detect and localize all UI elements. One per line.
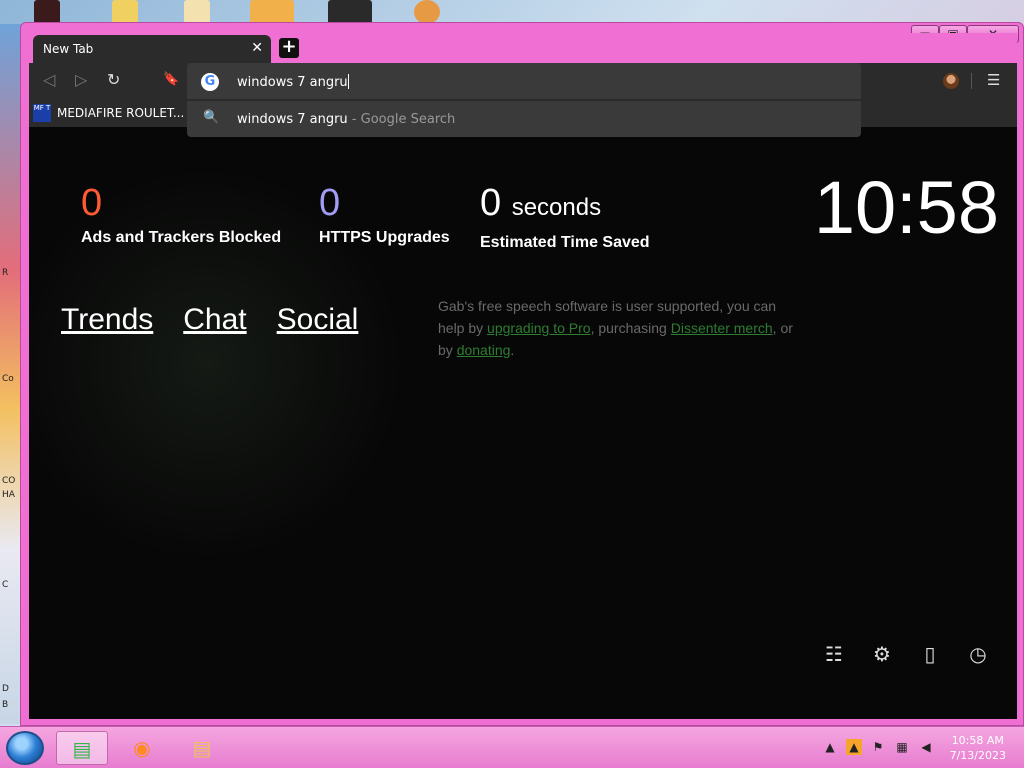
link-dissenter-merch[interactable]: Dissenter merch [671,320,773,336]
forward-icon[interactable]: ▷ [75,71,87,89]
tray-expand-icon[interactable]: ▲ [822,739,838,755]
stat-label: Ads and Trackers Blocked [81,229,282,246]
search-icon: 🔍 [203,110,220,125]
new-tab-page: 0 Ads and Trackers Blocked 0 HTTPS Upgra… [29,127,1017,719]
browser-chrome: New Tab ✕ + ◁ ▷ ↻ 🔖 G windows 7 angru ☰ … [29,33,1017,719]
link-trends[interactable]: Trends [61,303,153,337]
volume-icon[interactable]: ◀ [918,739,934,755]
link-social[interactable]: Social [277,303,359,337]
ntp-toolbar: ☷ ⚙ ▯ ◷ [821,641,991,667]
browser-window: ▬ ▣ ✕ New Tab ✕ + ◁ ▷ ↻ 🔖 G windows 7 an… [20,22,1024,726]
address-value: windows 7 angru [237,75,348,90]
start-button[interactable] [6,731,44,765]
history-icon[interactable]: ◷ [965,641,991,667]
desktop-label: HA [2,490,15,500]
menu-icon[interactable]: ☰ [987,71,1000,89]
gear-icon[interactable]: ⚙ [869,641,895,667]
desktop-icon-5[interactable] [328,0,372,24]
desktop-icon-1[interactable] [34,0,60,24]
stat-time-saved: 0 seconds Estimated Time Saved [480,183,650,252]
sliders-icon[interactable]: ☷ [821,641,847,667]
back-icon[interactable]: ◁ [43,71,55,89]
stat-value-row: 0 seconds [480,183,650,228]
tab-close-icon[interactable]: ✕ [251,40,263,56]
bookmark-icon[interactable]: ▯ [917,641,943,667]
new-tab-button[interactable]: + [279,38,299,58]
profile-avatar[interactable] [943,73,959,89]
desktop-label: CO [2,476,16,486]
link-donating[interactable]: donating [457,342,511,358]
network-icon[interactable]: ▦ [894,739,910,755]
stat-unit: seconds [511,194,602,221]
system-tray: ▲ ▲ ⚑ ▦ ◀ [822,739,934,755]
stat-value: 0 [480,182,502,224]
reload-icon[interactable]: ↻ [107,71,120,89]
desktop-label: R [2,268,9,278]
address-bar[interactable]: G windows 7 angru [187,63,861,101]
google-icon: G [201,73,219,91]
bookmark-mediafire[interactable]: MF T MEDIAFIRE ROULET... [33,104,184,122]
stat-value: 0 [319,182,341,224]
toolbar: ◁ ▷ ↻ 🔖 G windows 7 angru ☰ [29,63,1017,101]
suggestion-suffix: - Google Search [347,112,456,127]
toolbar-divider [971,73,972,89]
bookmark-icon[interactable]: 🔖 [163,71,179,89]
desktop-icon-2[interactable] [112,0,138,24]
tab-strip: New Tab ✕ + [29,33,1017,63]
ntp-clock: 10:58 [813,166,999,249]
clock-date: 7/13/2023 [949,749,1006,762]
omnibox-suggestion[interactable]: 🔍 windows 7 angru - Google Search [187,101,861,137]
stat-value: 0 [81,182,103,224]
desktop-icon-6[interactable] [414,0,440,24]
tab-new-tab[interactable]: New Tab ✕ [33,35,271,63]
desktop-label: D [2,684,9,694]
stat-label: HTTPS Upgrades [319,229,450,246]
suggestion-query: windows 7 angru [237,112,348,127]
desktop-sidebar: R Co CO HA C D B [0,24,22,724]
desktop-icon-3[interactable] [184,0,210,24]
gab-text: , purchasing [590,320,671,336]
suggestion-text: windows 7 angru - Google Search [237,112,455,127]
tab-title: New Tab [43,42,94,56]
taskbar-clock[interactable]: 10:58 AM 7/13/2023 [950,733,1006,763]
desktop-icon-4[interactable] [250,0,294,24]
gab-support-message: Gab's free speech software is user suppo… [438,295,798,361]
flag-icon[interactable]: ⚑ [870,739,886,755]
desktop-label: C [2,580,9,590]
stat-ads-blocked: 0 Ads and Trackers Blocked [81,183,281,247]
taskbar: ▤ ◉ ▤ ▲ ▲ ⚑ ▦ ◀ 10:58 AM 7/13/2023 [0,726,1024,768]
text-caret [347,74,349,89]
taskbar-app-firefox[interactable]: ◉ [116,731,168,765]
link-upgrade-pro[interactable]: upgrading to Pro [487,320,591,336]
tray-app-icon[interactable]: ▲ [846,739,862,755]
taskbar-app-explorer[interactable]: ▤ [176,731,228,765]
stat-label: Estimated Time Saved [480,234,650,251]
ntp-links: Trends Chat Social [61,303,358,337]
bookmark-label: MEDIAFIRE ROULET... [57,106,185,120]
gab-text: . [510,342,515,358]
clock-time: 10:58 AM [951,734,1004,747]
desktop-label: B [2,700,9,710]
taskbar-app-chat[interactable]: ▤ [56,731,108,765]
stat-https-upgrades: 0 HTTPS Upgrades [319,183,450,247]
link-chat[interactable]: Chat [183,303,246,337]
desktop-label: Co [2,374,14,384]
address-input[interactable]: windows 7 angru [237,74,349,90]
mediafire-icon: MF T [33,104,51,122]
